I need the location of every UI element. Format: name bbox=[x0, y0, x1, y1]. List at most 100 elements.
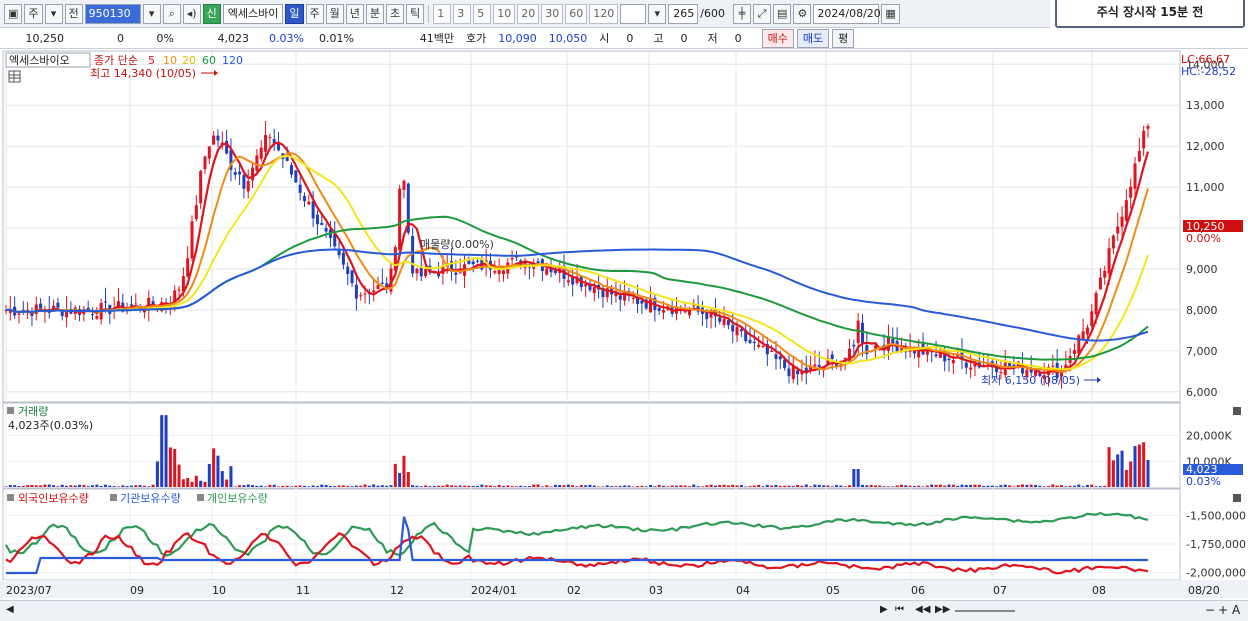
date-input[interactable]: 2024/08/20 bbox=[813, 3, 881, 24]
volume-bar bbox=[757, 484, 761, 487]
candle-body bbox=[246, 181, 250, 192]
candle-icon[interactable]: ╪ bbox=[732, 3, 751, 24]
zoom-plus-icon[interactable]: + bbox=[1218, 603, 1228, 617]
volume-bar bbox=[311, 485, 315, 487]
volume-bar bbox=[982, 485, 986, 487]
zoom-next-icon[interactable]: ▶▶ bbox=[935, 604, 950, 615]
candle-body bbox=[718, 317, 722, 322]
volume-bar bbox=[30, 484, 34, 487]
candle-body bbox=[657, 307, 661, 311]
volume-bar bbox=[34, 485, 38, 487]
sell-button[interactable]: 매도 bbox=[796, 28, 830, 48]
price-panel-title: 엑세스바이오 bbox=[9, 54, 70, 67]
volume-bar bbox=[597, 486, 601, 487]
buy-button[interactable]: 매수 bbox=[761, 28, 794, 48]
candle-body bbox=[238, 171, 242, 175]
zoom-start-icon[interactable]: ⏮ bbox=[895, 604, 904, 615]
volume-bar bbox=[233, 486, 237, 487]
period-minute-tab[interactable]: 분 bbox=[365, 3, 385, 24]
window-icon[interactable]: ▣ bbox=[4, 3, 23, 24]
market-select[interactable]: 주 bbox=[24, 3, 43, 24]
volume-close-icon[interactable] bbox=[1233, 407, 1241, 415]
scroll-left-icon[interactable]: ◀ bbox=[6, 604, 14, 615]
volume-bar bbox=[908, 485, 912, 487]
holding-y-axis: -1,500,000 -1,750,000 -2,000,000 bbox=[1186, 510, 1246, 580]
period-week-tab[interactable]: 주 bbox=[305, 3, 324, 24]
candle-body bbox=[497, 269, 501, 274]
minute-120[interactable]: 120 bbox=[589, 3, 619, 24]
volume-bar bbox=[986, 485, 990, 487]
minute-3[interactable]: 3 bbox=[453, 3, 472, 24]
zoom-in-icon[interactable]: − bbox=[1205, 603, 1215, 617]
scale-icon[interactable]: ⤢ bbox=[752, 3, 771, 24]
minute-1[interactable]: 1 bbox=[433, 3, 452, 24]
price-tick-label: 13,000 bbox=[1186, 99, 1225, 112]
gear-icon[interactable]: ⚙ bbox=[793, 3, 812, 24]
volume-bar bbox=[39, 485, 43, 487]
volume-bar bbox=[848, 485, 852, 487]
data-count-input[interactable]: 265 bbox=[668, 3, 699, 24]
zoom-slider[interactable] bbox=[955, 610, 1015, 612]
quote-volume: 4,023 bbox=[217, 31, 250, 45]
candle-body bbox=[199, 171, 203, 204]
period-second-tab[interactable]: 초 bbox=[386, 3, 405, 24]
volume-current-pct: 0.03% bbox=[1186, 475, 1221, 488]
volume-bar bbox=[1146, 460, 1150, 487]
minute-5[interactable]: 5 bbox=[473, 3, 492, 24]
period-year-tab[interactable]: 년 bbox=[345, 3, 364, 24]
candle-body bbox=[618, 295, 622, 300]
eval-button[interactable]: 평 bbox=[832, 28, 855, 48]
volume-bar bbox=[272, 484, 276, 487]
volume-bar bbox=[852, 469, 856, 487]
holding-close-icon[interactable] bbox=[1233, 494, 1241, 502]
save-icon[interactable]: ▤ bbox=[772, 3, 792, 24]
candle-body bbox=[757, 344, 761, 347]
candle-body bbox=[683, 311, 687, 313]
candle-body bbox=[454, 272, 458, 275]
stock-chart[interactable]: 14,00013,00012,00011,00010,0009,0008,000… bbox=[0, 50, 1248, 621]
volume-bar bbox=[82, 484, 86, 487]
volume-bar bbox=[709, 484, 713, 487]
volume-bar bbox=[1081, 486, 1085, 487]
minute-20[interactable]: 20 bbox=[517, 3, 540, 24]
volume-bar bbox=[1064, 486, 1068, 487]
candle-body bbox=[415, 268, 419, 274]
volume-bar bbox=[610, 486, 614, 487]
volume-bar bbox=[1003, 484, 1007, 487]
volume-bar bbox=[432, 485, 436, 487]
calendar-icon[interactable]: ▦ bbox=[881, 3, 900, 24]
volume-bar bbox=[1034, 484, 1038, 487]
candle-body bbox=[1124, 200, 1128, 221]
volume-bar bbox=[406, 472, 410, 487]
kind-select[interactable]: 전 bbox=[64, 3, 83, 24]
candle-body bbox=[774, 354, 778, 360]
custom-interval-input[interactable] bbox=[620, 3, 647, 24]
minute-30[interactable]: 30 bbox=[541, 3, 564, 24]
speaker-icon[interactable]: ◂) bbox=[182, 3, 201, 24]
candle-body bbox=[1081, 331, 1085, 340]
minute-60[interactable]: 60 bbox=[565, 3, 588, 24]
scroll-right-icon[interactable]: ▶ bbox=[880, 604, 888, 615]
volume-bar bbox=[302, 485, 306, 487]
volume-bar bbox=[164, 415, 168, 487]
zoom-prev-icon[interactable]: ◀◀ bbox=[915, 604, 930, 615]
interval-dropdown-icon[interactable]: ▾ bbox=[648, 3, 667, 24]
volume-bar bbox=[354, 485, 358, 487]
candle-body bbox=[194, 205, 198, 220]
volume-bar bbox=[216, 455, 220, 487]
volume-bar bbox=[774, 484, 778, 487]
period-day-tab[interactable]: 일 bbox=[285, 3, 304, 24]
scroll-bar[interactable]: ◀ ▶ ⏮ ◀◀ ▶▶ − + A bbox=[0, 600, 1248, 621]
period-tick-tab[interactable]: 틱 bbox=[406, 3, 425, 24]
market-dropdown-icon[interactable]: ▾ bbox=[44, 3, 63, 24]
period-month-tab[interactable]: 월 bbox=[325, 3, 344, 24]
candle-body bbox=[242, 175, 246, 189]
volume-bar bbox=[142, 485, 146, 487]
minute-10[interactable]: 10 bbox=[493, 3, 516, 24]
font-icon[interactable]: A bbox=[1232, 603, 1240, 617]
code-dropdown-icon[interactable]: ▾ bbox=[142, 3, 161, 24]
volume-bar bbox=[173, 448, 177, 487]
stock-code-input[interactable]: 950130 bbox=[84, 3, 141, 24]
ma120-label: 120 bbox=[222, 54, 243, 67]
search-icon[interactable]: ⌕ bbox=[162, 3, 181, 24]
